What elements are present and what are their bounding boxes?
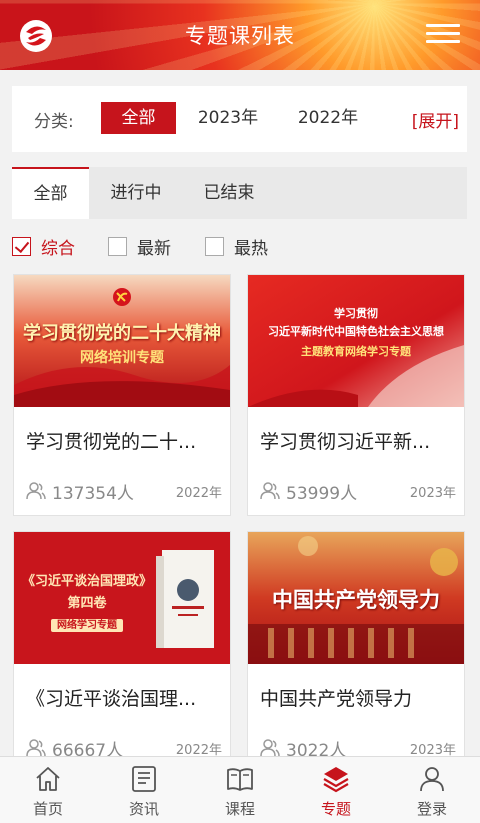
topic-title[interactable]: 《习近平谈治国理...: [26, 684, 222, 711]
topic-year: 2022年: [175, 742, 222, 758]
banner-caption: 主题教育网络学习专题: [301, 345, 411, 358]
topic-meta: 137354人 2022年: [26, 479, 222, 504]
menu-icon[interactable]: [426, 24, 460, 46]
nav-login-label: 登录: [416, 800, 447, 818]
sort-options: 综合 最新 最热: [12, 232, 467, 260]
bottom-nav: 首页 资讯 课程 专题 登录: [0, 756, 480, 823]
nav-topics[interactable]: 专题: [288, 757, 384, 823]
checkbox-icon[interactable]: [205, 236, 224, 256]
checkbox-checked-icon[interactable]: [12, 236, 31, 256]
banner-subheadline: 网络培训专题: [80, 350, 164, 366]
category-all[interactable]: 全部: [101, 102, 176, 134]
people-icon: [260, 482, 280, 500]
page-title: 专题课列表: [185, 24, 295, 48]
sort-comprehensive[interactable]: 综合: [12, 232, 75, 260]
sort-newest[interactable]: 最新: [108, 232, 171, 260]
topic-year: 2022年: [175, 485, 222, 501]
topic-banner-image: 中国共产党领导力: [248, 532, 464, 664]
people-icon: [26, 739, 46, 757]
banner-caption: 网络学习专题: [14, 616, 230, 632]
banner-headline: 《习近平谈治国理政》: [21, 574, 152, 589]
book-icon: [227, 768, 253, 791]
news-icon: [132, 766, 156, 792]
nav-home-label: 首页: [32, 800, 63, 818]
category-2022[interactable]: 2022年: [290, 102, 366, 134]
participant-count: 137354人: [52, 483, 134, 504]
topic-title[interactable]: 学习贯彻习近平新...: [260, 427, 456, 454]
sort-comprehensive-label: 综合: [41, 238, 75, 259]
topic-card[interactable]: 中国共产党领导力 中国共产党领导力 3022人 2023年: [247, 531, 465, 771]
nav-courses-label: 课程: [224, 800, 255, 818]
nav-login[interactable]: 登录: [384, 757, 480, 823]
participant-count: 53999人: [286, 483, 358, 504]
topic-banner-image: 学习贯彻党的二十大精神 网络培训专题: [14, 275, 230, 407]
topic-title[interactable]: 中国共产党领导力: [260, 684, 456, 711]
checkbox-icon[interactable]: [108, 236, 127, 256]
topic-banner-image: 《习近平谈治国理政》 第四卷 网络学习专题: [14, 532, 230, 664]
tab-all[interactable]: 全部: [12, 167, 89, 219]
category-filter: 分类: 全部 2023年 2022年 [展开]: [12, 86, 467, 152]
topic-banner-image: 学习贯彻 习近平新时代中国特色社会主义思想 主题教育网络学习专题: [248, 275, 464, 407]
layers-icon: [323, 767, 349, 793]
category-label: 分类:: [34, 112, 74, 132]
banner-subheadline: 习近平新时代中国特色社会主义思想: [268, 325, 444, 338]
banner-subheadline: 第四卷: [67, 596, 107, 611]
banner-graphic: [248, 275, 464, 407]
topic-card[interactable]: 学习贯彻 习近平新时代中国特色社会主义思想 主题教育网络学习专题 学习贯彻习近平…: [247, 274, 465, 516]
banner-caption-text: 网络学习专题: [51, 619, 123, 632]
nav-news[interactable]: 资讯: [96, 757, 192, 823]
category-2023[interactable]: 2023年: [190, 102, 266, 134]
sort-hottest-label: 最热: [234, 238, 268, 259]
tab-ended[interactable]: 已结束: [191, 167, 267, 219]
banner-headline: 学习贯彻党的二十大精神: [23, 323, 221, 344]
people-icon: [26, 482, 46, 500]
topic-year: 2023年: [409, 485, 456, 501]
nav-home[interactable]: 首页: [0, 757, 96, 823]
topic-card[interactable]: 学习贯彻党的二十大精神 网络培训专题 学习贯彻党的二十... 137354人 2…: [13, 274, 231, 516]
category-expand-link[interactable]: [展开]: [412, 107, 459, 132]
sort-hottest[interactable]: 最热: [205, 232, 268, 260]
user-icon: [420, 767, 444, 792]
banner-headline: 中国共产党领导力: [272, 587, 440, 612]
people-icon: [260, 739, 280, 757]
app-header: 专题课列表: [0, 0, 480, 70]
banner-headline: 学习贯彻: [334, 307, 378, 320]
topic-year: 2023年: [409, 742, 456, 758]
home-icon: [36, 767, 60, 791]
tab-in-progress[interactable]: 进行中: [98, 167, 174, 219]
nav-courses[interactable]: 课程: [192, 757, 288, 823]
nav-news-label: 资讯: [128, 800, 159, 818]
topic-meta: 53999人 2023年: [260, 479, 456, 504]
status-tabs: 全部 进行中 已结束: [12, 167, 467, 219]
topic-card[interactable]: 《习近平谈治国理政》 第四卷 网络学习专题 《习近平谈治国理... 66667人…: [13, 531, 231, 771]
topic-title[interactable]: 学习贯彻党的二十...: [26, 427, 222, 454]
sort-newest-label: 最新: [137, 238, 171, 259]
nav-topics-label: 专题: [320, 800, 351, 818]
